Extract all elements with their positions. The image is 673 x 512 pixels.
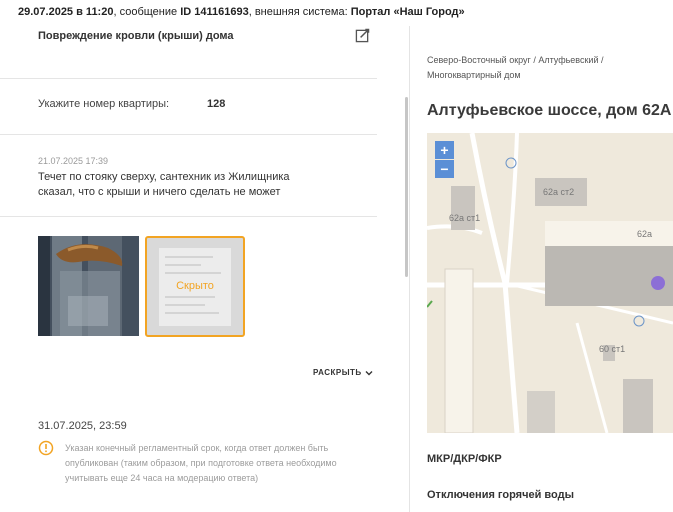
map[interactable]: 62а ст1 62а ст2 62а 60 ст1 + − [427, 133, 673, 433]
problem-title: Повреждение кровли (крыши) дома [38, 30, 234, 42]
hidden-label: Скрыто [176, 280, 214, 292]
system-prefix: , внешняя система: [248, 6, 351, 18]
message-prefix: , сообщение [113, 6, 181, 18]
external-system-name: Портал «Наш Город» [350, 6, 465, 18]
attachment-photo[interactable] [38, 236, 139, 336]
map-label-building: 62а ст2 [543, 187, 574, 197]
comment-date: 21.07.2025 17:39 [38, 156, 109, 166]
apartment-value: 128 [207, 98, 226, 110]
message-details-panel: Повреждение кровли (крыши) дома Укажите … [0, 26, 409, 512]
object-address: Алтуфьевское шоссе, дом 62А [427, 102, 672, 119]
attachment-hidden[interactable]: Скрыто [145, 236, 245, 337]
comment-text: Течет по стояку сверху, сантехник из Жил… [38, 171, 290, 198]
apartment-label: Укажите номер квартиры: [38, 98, 170, 110]
object-panel: Северо-Восточный округ / Алтуфьевский / … [410, 26, 673, 512]
scrollbar[interactable] [405, 97, 408, 277]
edit-icon[interactable] [355, 28, 370, 43]
deadline-notice: Указан конечный регламентный срок, когда… [65, 443, 337, 483]
section-title[interactable]: МКР/ДКР/ФКР [427, 453, 502, 465]
message-datetime: 29.07.2025 в 11:20 [18, 6, 114, 18]
divider [0, 78, 377, 79]
map-label-building: 60 ст1 [599, 344, 625, 354]
info-icon [38, 440, 54, 456]
map-label-building: 62а [637, 229, 652, 239]
breadcrumb: Северо-Восточный округ / Алтуфьевский / … [427, 55, 604, 80]
message-id: ID 141161693 [180, 6, 249, 18]
zoom-out-button[interactable]: − [435, 160, 454, 178]
deadline-date: 31.07.2025, 23:59 [38, 420, 127, 432]
divider [0, 134, 377, 135]
message-header: 29.07.2025 в 11:20, сообщение ID 1411616… [0, 0, 673, 26]
expand-label: РАСКРЫТЬ [313, 368, 362, 377]
chevron-down-icon [365, 370, 373, 375]
expand-button[interactable]: РАСКРЫТЬ [313, 368, 373, 377]
map-label-building: 62а ст1 [449, 213, 480, 223]
divider [0, 216, 377, 217]
zoom-in-button[interactable]: + [435, 141, 454, 159]
section-title[interactable]: Отключения горячей воды [427, 489, 574, 501]
